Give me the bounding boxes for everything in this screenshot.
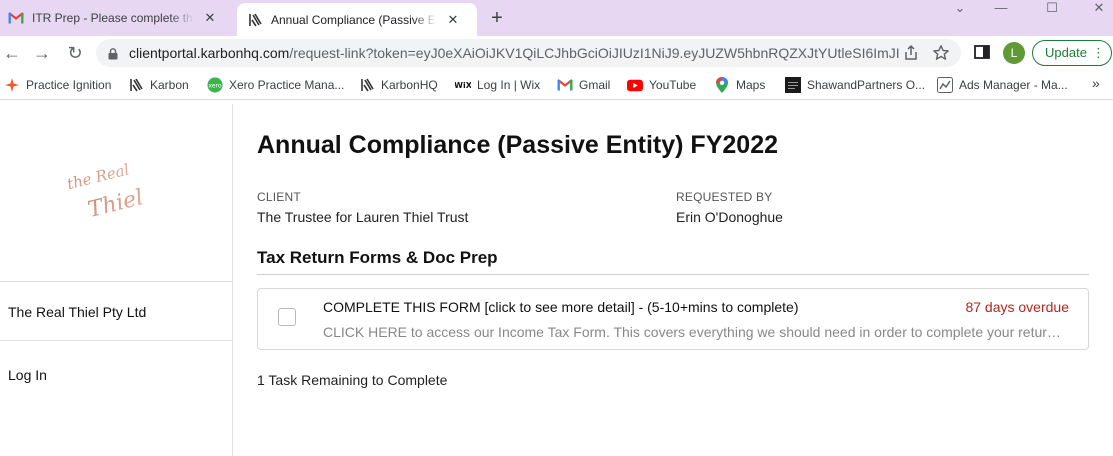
login-link[interactable]: Log In bbox=[8, 367, 47, 383]
bookmark-label: YouTube bbox=[649, 78, 697, 92]
section-title: Tax Return Forms & Doc Prep bbox=[257, 248, 498, 267]
divider bbox=[0, 340, 232, 341]
svg-text:Thiel: Thiel bbox=[86, 185, 146, 223]
close-icon[interactable]: ✕ bbox=[202, 10, 218, 26]
bookmark-xero[interactable]: xero Xero Practice Mana... bbox=[207, 76, 344, 94]
karbon-icon bbox=[128, 77, 144, 93]
reload-button[interactable]: ↻ bbox=[63, 41, 87, 65]
bookmark-label: KarbonHQ bbox=[381, 78, 438, 92]
task-description[interactable]: CLICK HERE to access our Income Tax Form… bbox=[323, 324, 1068, 340]
practice-ignition-icon bbox=[4, 77, 20, 93]
profile-avatar[interactable]: L bbox=[1003, 42, 1025, 64]
task-checkbox[interactable] bbox=[278, 308, 296, 326]
tab-itr-prep[interactable]: ITR Prep - Please complete this c ✕ bbox=[0, 0, 236, 36]
requested-by-value: Erin O'Donoghue bbox=[676, 209, 783, 225]
new-tab-button[interactable]: + bbox=[486, 8, 508, 30]
chevron-down-icon[interactable]: ⌄ bbox=[945, 0, 975, 16]
tab-strip: ITR Prep - Please complete this c ✕ Annu… bbox=[0, 0, 1113, 36]
client-value: The Trustee for Lauren Thiel Trust bbox=[257, 209, 469, 225]
task-title[interactable]: COMPLETE THIS FORM [click to see more de… bbox=[323, 299, 799, 315]
bookmark-gmail[interactable]: Gmail bbox=[557, 76, 610, 94]
back-button[interactable]: ← bbox=[0, 41, 24, 65]
forward-button[interactable]: → bbox=[30, 41, 54, 65]
wix-icon: WiX bbox=[455, 77, 471, 93]
section-divider bbox=[257, 274, 1089, 275]
shaw-partners-icon bbox=[785, 77, 801, 93]
bookmark-label: Karbon bbox=[150, 78, 189, 92]
share-icon[interactable] bbox=[902, 44, 920, 62]
karbon-icon bbox=[247, 12, 263, 28]
maps-icon bbox=[714, 77, 730, 93]
bookmark-label: Maps bbox=[736, 78, 766, 92]
gmail-icon bbox=[557, 77, 573, 93]
more-vert-icon: ⋮ bbox=[1092, 45, 1105, 60]
bookmark-karbonhq[interactable]: KarbonHQ bbox=[359, 76, 438, 94]
address-bar[interactable]: clientportal.karbonhq.com/request-link?t… bbox=[96, 39, 961, 67]
bookmark-youtube[interactable]: YouTube bbox=[627, 76, 696, 94]
svg-text:WiX: WiX bbox=[455, 81, 471, 90]
bookmark-label: Practice Ignition bbox=[26, 78, 112, 92]
minimize-icon[interactable]: — bbox=[986, 0, 1016, 16]
maximize-icon[interactable]: ☐ bbox=[1037, 0, 1067, 16]
requested-by-label: REQUESTED BY bbox=[676, 190, 773, 204]
task-status-badge: 87 days overdue bbox=[965, 299, 1069, 315]
update-label: Update bbox=[1045, 45, 1087, 60]
bookmark-label: Xero Practice Mana... bbox=[229, 78, 345, 92]
update-button[interactable]: Update ⋮ bbox=[1032, 40, 1112, 66]
bookmark-shaw-partners[interactable]: ShawandPartners O... bbox=[785, 76, 925, 94]
bookmark-practice-ignition[interactable]: Practice Ignition bbox=[4, 76, 111, 94]
svg-text:the Real: the Real bbox=[65, 160, 131, 193]
window-close-icon[interactable]: ✕ bbox=[1084, 0, 1113, 16]
tab-title: Annual Compliance (Passive Entit bbox=[271, 12, 437, 27]
browser-toolbar: ← → ↻ clientportal.karbonhq.com/request-… bbox=[0, 36, 1113, 70]
lock-icon bbox=[108, 47, 118, 60]
task-card[interactable]: COMPLETE THIS FORM [click to see more de… bbox=[257, 288, 1089, 350]
tab-annual-compliance[interactable]: Annual Compliance (Passive Entit ✕ bbox=[237, 3, 477, 36]
client-label: CLIENT bbox=[257, 190, 301, 204]
xero-icon: xero bbox=[207, 77, 223, 93]
request-main: Annual Compliance (Passive Entity) FY202… bbox=[233, 104, 1113, 456]
bookmark-ads-manager[interactable]: Ads Manager - Ma... bbox=[937, 76, 1068, 94]
youtube-icon bbox=[627, 77, 643, 93]
the-real-thiel-logo: the Real Thiel bbox=[60, 154, 170, 234]
close-icon[interactable]: ✕ bbox=[445, 12, 461, 28]
karbon-icon bbox=[359, 77, 375, 93]
bookmark-wix[interactable]: WiX Log In | Wix bbox=[455, 76, 540, 94]
svg-text:xero: xero bbox=[208, 83, 221, 90]
url-host: clientportal.karbonhq.com bbox=[129, 45, 290, 61]
tab-title: ITR Prep - Please complete this c bbox=[32, 11, 194, 25]
bookmarks-bar: Practice Ignition Karbon xero Xero Pract… bbox=[0, 70, 1113, 100]
divider bbox=[0, 281, 232, 282]
ads-manager-icon bbox=[937, 77, 953, 93]
bookmark-maps[interactable]: Maps bbox=[714, 76, 765, 94]
bookmark-label: Ads Manager - Ma... bbox=[959, 78, 1068, 92]
url-path: /request-link?token=eyJ0eXAiOiJKV1QiLCJh… bbox=[289, 45, 899, 61]
gmail-icon bbox=[8, 10, 24, 26]
bookmark-label: ShawandPartners O... bbox=[807, 78, 926, 92]
company-name[interactable]: The Real Thiel Pty Ltd bbox=[8, 304, 146, 320]
chevron-right-double-icon[interactable]: » bbox=[1092, 75, 1100, 91]
portal-sidebar: the Real Thiel The Real Thiel Pty Ltd Lo… bbox=[0, 104, 233, 456]
bookmark-label: Log In | Wix bbox=[477, 78, 541, 92]
page-title: Annual Compliance (Passive Entity) FY202… bbox=[257, 131, 778, 159]
star-icon[interactable] bbox=[932, 44, 950, 62]
url-text[interactable]: clientportal.karbonhq.com/request-link?t… bbox=[129, 45, 899, 61]
bookmark-label: Gmail bbox=[579, 78, 611, 92]
tasks-remaining: 1 Task Remaining to Complete bbox=[257, 372, 448, 388]
bookmark-karbon[interactable]: Karbon bbox=[128, 76, 189, 94]
side-panel-icon[interactable] bbox=[974, 44, 992, 62]
